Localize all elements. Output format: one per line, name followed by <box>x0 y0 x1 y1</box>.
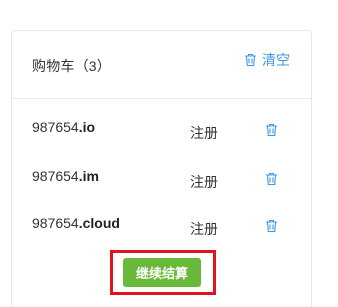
trash-icon <box>245 53 256 67</box>
domain-tld: .io <box>78 119 96 135</box>
domain-name: 987654.im <box>32 168 99 184</box>
domain-label: 987654 <box>32 168 79 184</box>
cart-header: 购物车（3） 清空 <box>12 31 311 99</box>
checkout-button[interactable]: 继续结算 <box>123 258 201 287</box>
domain-label: 987654 <box>32 119 79 135</box>
cart-item: 987654.cloud 注册 <box>12 215 311 239</box>
domain-name: 987654.cloud <box>32 215 120 231</box>
domain-tld: .cloud <box>78 215 120 231</box>
clear-cart-button[interactable]: 清空 <box>244 51 290 69</box>
delete-item-icon[interactable] <box>265 172 278 186</box>
cart-item: 987654.io 注册 <box>12 119 311 143</box>
domain-name: 987654.io <box>32 119 95 135</box>
delete-item-icon[interactable] <box>265 219 278 233</box>
item-action-label: 注册 <box>190 125 218 141</box>
item-action-label: 注册 <box>190 221 218 237</box>
delete-item-icon[interactable] <box>265 123 278 137</box>
item-action-label: 注册 <box>190 174 218 190</box>
page: 购物车（3） 清空 987654.io 注册 987654.im 注册 9876 <box>0 0 338 307</box>
domain-label: 987654 <box>32 215 79 231</box>
domain-tld: .im <box>78 168 99 184</box>
cart-title: 购物车（3） <box>32 58 111 74</box>
clear-cart-label: 清空 <box>262 52 290 68</box>
cart-item: 987654.im 注册 <box>12 168 311 192</box>
